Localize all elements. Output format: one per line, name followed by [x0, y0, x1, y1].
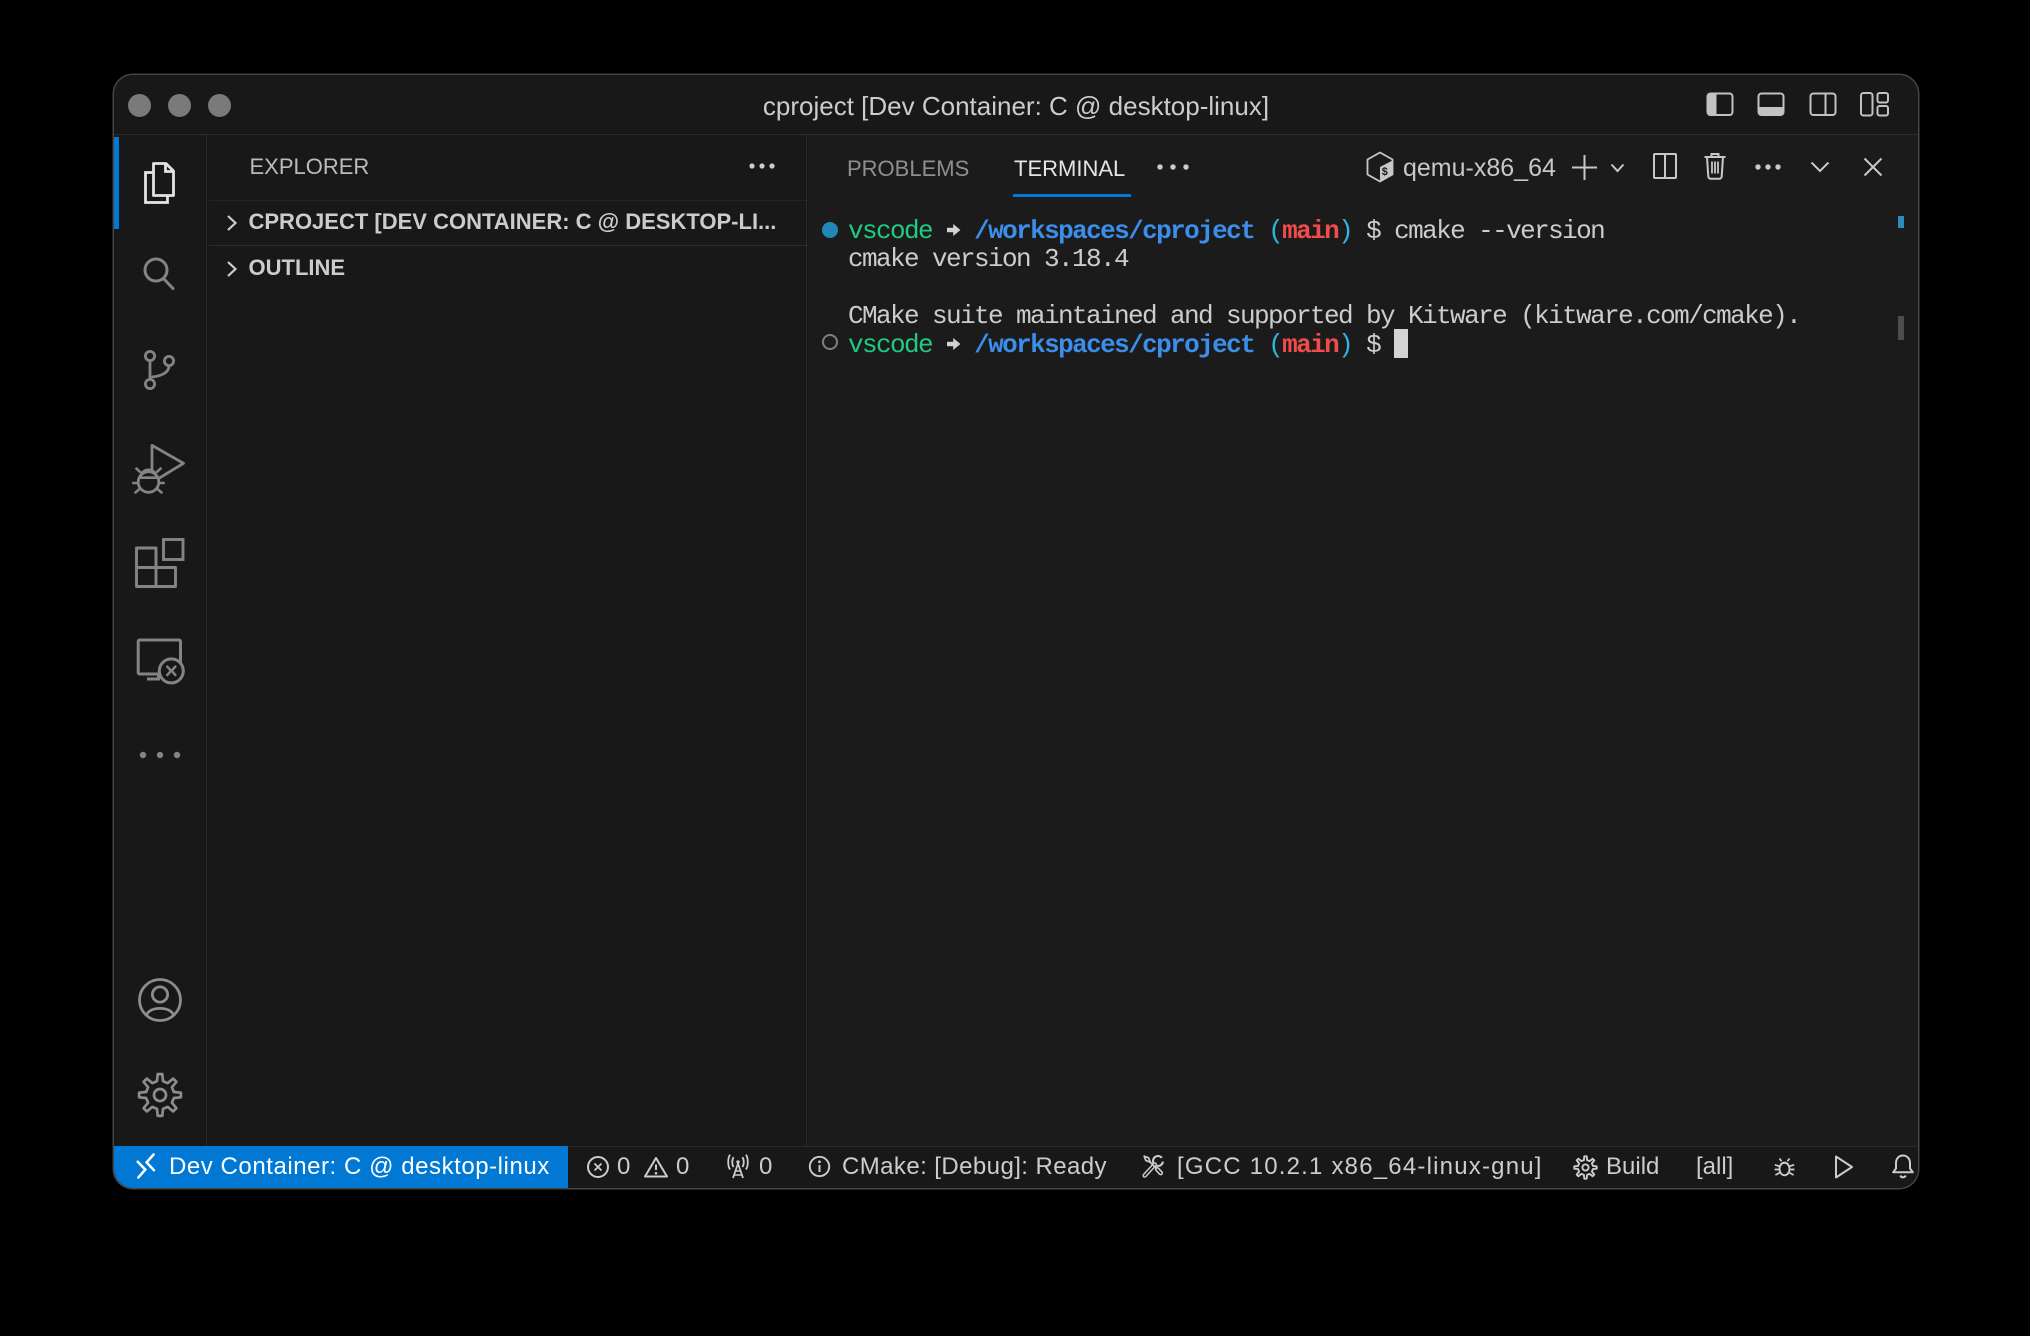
- svg-text:,: ,: [1387, 172, 1393, 183]
